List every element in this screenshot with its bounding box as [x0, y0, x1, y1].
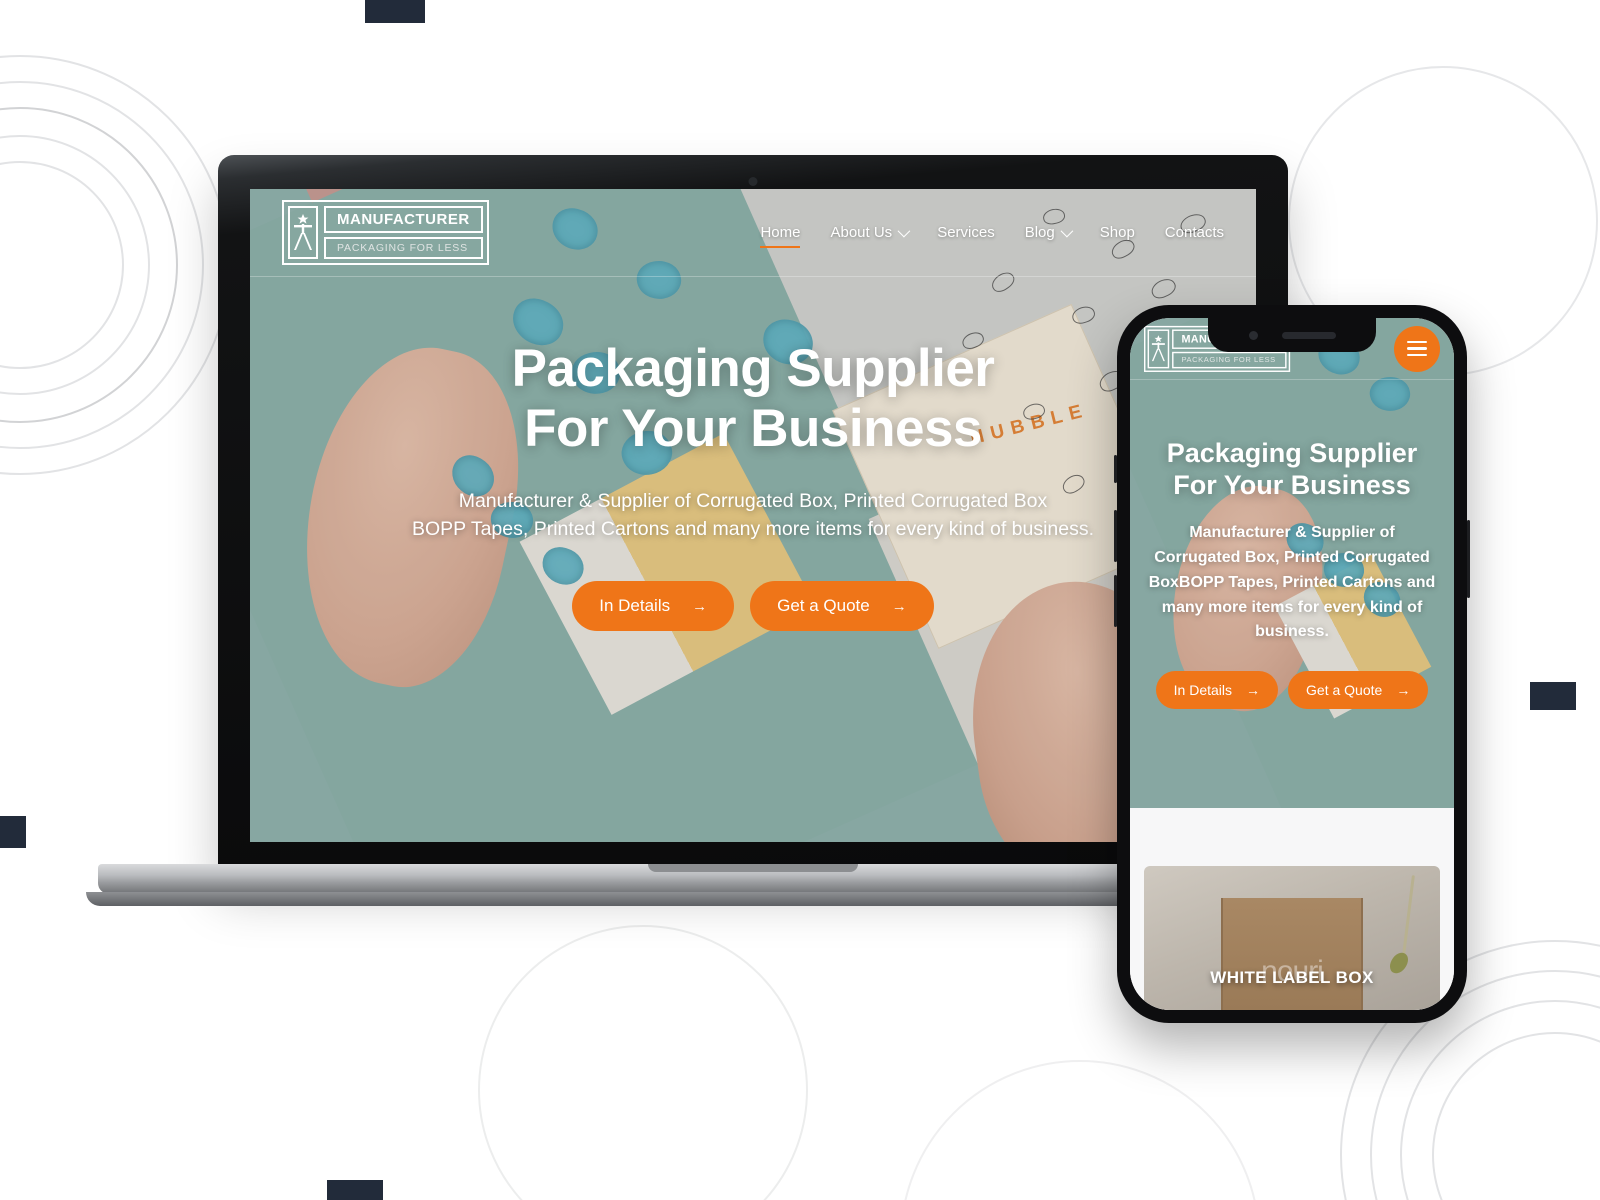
cardboard-box-image: [1220, 897, 1364, 1010]
mobile-get-a-quote-button[interactable]: Get a Quote →: [1288, 671, 1429, 710]
arrow-right-icon: →: [1396, 682, 1411, 699]
site-logo[interactable]: MANUFACTURER PACKAGING FOR LESS: [282, 199, 489, 266]
logo-mark-icon: [288, 205, 318, 260]
nav-item-blog[interactable]: Blog: [1024, 224, 1074, 241]
logo-tagline: PACKAGING FOR LESS: [1172, 351, 1287, 368]
twine-string: [1402, 874, 1416, 956]
front-camera-icon: [1248, 330, 1258, 340]
chevron-down-icon: [897, 224, 911, 238]
nav-item-about-us[interactable]: About Us: [830, 224, 911, 241]
arrow-right-icon: →: [891, 597, 907, 615]
nav-label: Home: [760, 224, 801, 241]
mockup-canvas: HUBBLE MANUFACTURER PACKAGING FOR LESS H…: [0, 0, 1600, 1200]
nav-item-home[interactable]: Home: [760, 224, 801, 248]
logo-mark-icon: [1147, 329, 1170, 368]
hero-title: Packaging Supplier For Your Business: [290, 339, 1216, 459]
button-label: In Details: [1173, 682, 1233, 699]
hero-title-line-2: For Your Business: [524, 398, 982, 458]
phone-mockup: MANUFACTURER PACKAGING FOR LESS Packagin…: [1114, 305, 1470, 1023]
mobile-in-details-button[interactable]: In Details →: [1155, 671, 1279, 710]
mobile-hero-section: MANUFACTURER PACKAGING FOR LESS Packagin…: [1130, 318, 1454, 808]
phone-volume-down-button[interactable]: [1114, 575, 1117, 627]
main-navigation: Home About Us Services Blog Shop Contact…: [760, 224, 1224, 248]
decorative-square-bottom: [327, 1180, 383, 1200]
hamburger-bar: [1407, 353, 1427, 357]
hero-subtitle: Manufacturer & Supplier of Corrugated Bo…: [290, 487, 1216, 544]
phone-volume-up-button[interactable]: [1114, 510, 1117, 562]
hero-button-group: In Details → Get a Quote →: [290, 581, 1216, 632]
button-label: In Details: [599, 596, 671, 616]
logo-text-block: MANUFACTURER PACKAGING FOR LESS: [324, 205, 483, 260]
button-label: Get a Quote: [777, 596, 870, 616]
hero-subtitle-line-1: Manufacturer & Supplier of Corrugated Bo…: [458, 489, 1048, 512]
arrow-right-icon: →: [1246, 682, 1261, 699]
laptop-camera-icon: [748, 177, 758, 186]
decorative-square-left: [0, 816, 26, 848]
hamburger-menu-button[interactable]: [1394, 325, 1440, 372]
hamburger-bar: [1407, 347, 1427, 350]
hero-section: Packaging Supplier For Your Business Man…: [250, 339, 1256, 632]
phone-screen: MANUFACTURER PACKAGING FOR LESS Packagin…: [1130, 318, 1454, 1010]
white-label-box-card[interactable]: nouri WHITE LABEL BOX: [1144, 866, 1440, 1010]
decorative-circle-bottom-left: [478, 925, 808, 1200]
logo-tagline: PACKAGING FOR LESS: [324, 236, 483, 260]
nav-label: Contacts: [1164, 224, 1224, 241]
nav-label: Blog: [1024, 224, 1055, 241]
laptop-screen: HUBBLE MANUFACTURER PACKAGING FOR LESS H…: [250, 189, 1256, 842]
phone-power-button[interactable]: [1467, 520, 1470, 598]
get-a-quote-button[interactable]: Get a Quote →: [750, 581, 934, 632]
hamburger-bar: [1407, 340, 1427, 344]
nav-label: About Us: [830, 224, 893, 241]
website-content: MANUFACTURER PACKAGING FOR LESS Home Abo…: [250, 189, 1256, 842]
nav-label: Services: [937, 224, 995, 241]
mobile-hero-subtitle: Manufacturer & Supplier of Corrugated Bo…: [1148, 524, 1436, 641]
decorative-rings-top-left: [0, 55, 230, 475]
in-details-button[interactable]: In Details →: [572, 581, 735, 632]
mobile-hero-title-line-2: For Your Business: [1173, 469, 1411, 500]
phone-notch: [1208, 318, 1376, 352]
mobile-hero-content: Packaging Supplier For Your Business Man…: [1130, 438, 1454, 710]
decorative-circle-bottom-center: [900, 1060, 1260, 1200]
earpiece-speaker-icon: [1281, 331, 1336, 339]
mobile-hero-title: Packaging Supplier For Your Business: [1146, 438, 1438, 501]
mobile-button-group: In Details → Get a Quote →: [1146, 671, 1438, 710]
hero-title-line-1: Packaging Supplier: [511, 339, 995, 398]
chevron-down-icon: [1060, 224, 1074, 238]
button-label: Get a Quote: [1306, 682, 1383, 699]
decorative-square-top: [365, 0, 425, 23]
logo-brand-name: MANUFACTURER: [324, 205, 483, 233]
white-label-box-caption: WHITE LABEL BOX: [1210, 968, 1374, 987]
nav-item-contacts[interactable]: Contacts: [1165, 224, 1224, 241]
mobile-hero-title-line-1: Packaging Supplier: [1166, 438, 1418, 468]
nav-label: Shop: [1099, 224, 1135, 241]
arrow-right-icon: →: [692, 597, 708, 615]
nav-item-shop[interactable]: Shop: [1100, 224, 1135, 241]
phone-mute-switch[interactable]: [1114, 455, 1117, 483]
site-navbar: MANUFACTURER PACKAGING FOR LESS Home Abo…: [250, 189, 1256, 277]
nav-item-services[interactable]: Services: [937, 224, 995, 241]
decorative-square-right: [1530, 682, 1576, 710]
hero-subtitle-line-2: BOPP Tapes, Printed Cartons and many mor…: [411, 518, 1095, 541]
